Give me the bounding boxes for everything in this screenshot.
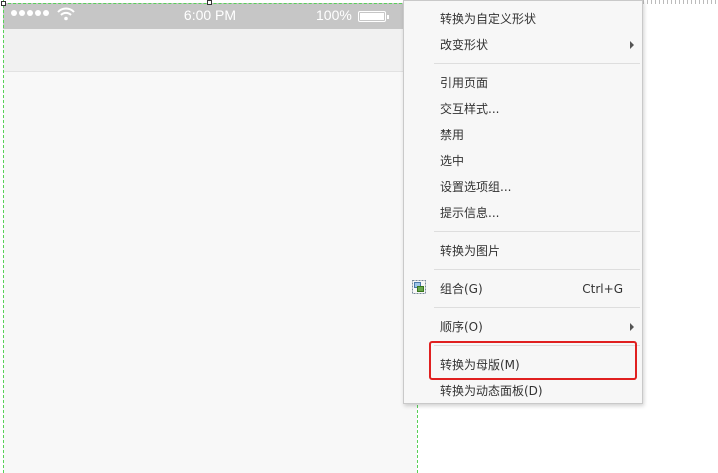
submenu-arrow-icon: [630, 323, 634, 331]
menu-item-group[interactable]: 组合(G) Ctrl+G: [431, 277, 642, 301]
menu-item-label: 交互样式...: [440, 102, 500, 116]
menu-separator: [434, 269, 640, 270]
menu-separator: [434, 63, 640, 64]
menu-item-label: 转换为自定义形状: [440, 12, 537, 26]
menu-separator: [434, 307, 640, 308]
menu-item-set-option-group[interactable]: 设置选项组...: [431, 175, 642, 199]
ruler-ticks: [643, 0, 718, 4]
menu-item-order[interactable]: 顺序(O): [431, 315, 642, 339]
menu-item-label: 顺序(O): [440, 320, 483, 334]
battery-icon: [358, 11, 389, 22]
menu-item-convert-to-custom-shape[interactable]: 转换为自定义形状: [431, 7, 642, 31]
menu-item-convert-to-dynamic-panel[interactable]: 转换为动态面板(D): [431, 379, 642, 403]
menu-item-disable[interactable]: 禁用: [431, 123, 642, 147]
menu-item-label: 选中: [440, 154, 465, 168]
navigation-bar: [3, 29, 417, 72]
submenu-arrow-icon: [630, 41, 634, 49]
menu-item-select[interactable]: 选中: [431, 149, 642, 173]
menu-item-label: 提示信息...: [440, 206, 500, 220]
menu-item-reference-page[interactable]: 引用页面: [431, 71, 642, 95]
group-icon: [412, 280, 426, 294]
menu-item-label: 改变形状: [440, 38, 489, 52]
menu-item-interaction-styles[interactable]: 交互样式...: [431, 97, 642, 121]
menu-item-tooltip[interactable]: 提示信息...: [431, 201, 642, 225]
status-bar: 6:00 PM 100%: [3, 3, 417, 29]
menu-item-label: 引用页面: [440, 76, 489, 90]
battery-percent: 100%: [316, 7, 352, 23]
menu-item-change-shape[interactable]: 改变形状: [431, 33, 642, 57]
menu-separator: [434, 231, 640, 232]
menu-item-label: 转换为动态面板(D): [440, 384, 543, 398]
menu-item-convert-to-image[interactable]: 转换为图片: [431, 239, 642, 263]
menu-item-shortcut: Ctrl+G: [582, 282, 623, 296]
menu-item-label: 组合(G): [440, 282, 483, 296]
menu-icon-gutter: [404, 1, 430, 403]
resize-handle-top-left[interactable]: [1, 1, 6, 6]
highlight-box: [429, 341, 637, 380]
menu-item-label: 禁用: [440, 128, 465, 142]
menu-item-label: 设置选项组...: [440, 180, 512, 194]
phone-canvas[interactable]: 6:00 PM 100%: [3, 3, 417, 473]
menu-item-label: 转换为图片: [440, 244, 501, 258]
status-time: 6:00 PM: [183, 7, 237, 23]
resize-handle-top-center[interactable]: [207, 0, 212, 5]
guide-left: [3, 0, 4, 473]
